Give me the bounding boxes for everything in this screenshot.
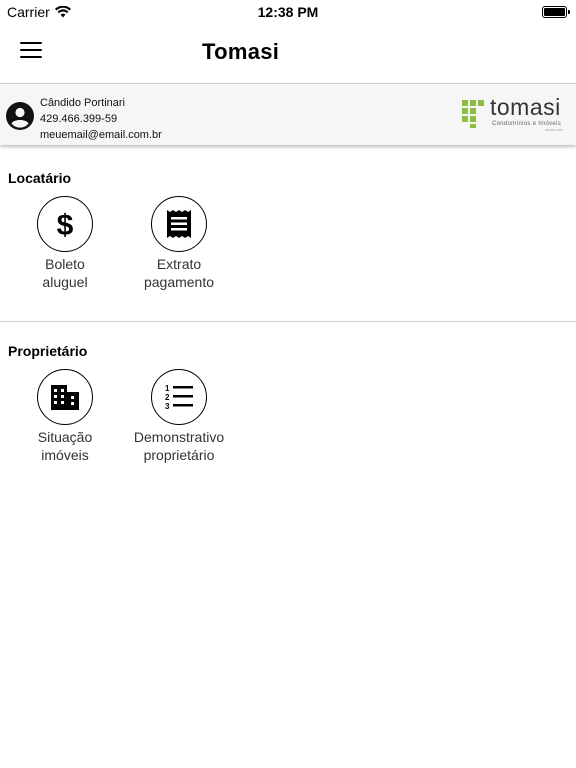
tile-label: Boleto aluguel (42, 256, 88, 290)
section-title-proprietario: Proprietário (8, 343, 88, 359)
tile-label: Extrato pagamento (143, 256, 215, 290)
status-time: 12:38 PM (257, 4, 319, 20)
building-icon (51, 385, 79, 410)
user-info: Cândido Portinari 429.466.399-59 meuemai… (40, 95, 162, 143)
tomasi-logo: tomasi Condomínios e Imóveis DESDE 1979 (462, 94, 570, 132)
hamburger-icon (20, 42, 42, 44)
svg-text:1: 1 (165, 384, 170, 393)
tile-label: Demonstrativo proprietário (133, 429, 225, 463)
user-avatar-icon (6, 102, 34, 130)
section-title-locatario: Locatário (8, 170, 72, 186)
receipt-icon (167, 210, 191, 238)
user-name: Cândido Portinari (40, 97, 125, 109)
svg-text:3: 3 (165, 402, 170, 411)
demonstrativo-proprietario-button[interactable]: 1 2 3 Demonstrativo proprietário (124, 369, 234, 464)
user-card: Cândido Portinari 429.466.399-59 meuemai… (0, 83, 576, 145)
svg-text:$: $ (57, 209, 74, 241)
page-title: Tomasi (202, 39, 280, 64)
svg-text:2: 2 (165, 393, 170, 402)
logo-mark-icon (462, 100, 484, 128)
logo-tagline: Condomínios e Imóveis (492, 121, 561, 127)
numbered-list-icon: 1 2 3 (165, 384, 193, 411)
section-divider (0, 321, 576, 322)
nav-bar: Tomasi (0, 24, 576, 82)
status-bar: Carrier 12:38 PM (0, 0, 576, 24)
user-document: 429.466.399-59 (40, 113, 118, 125)
situacao-imoveis-button[interactable]: Situação imóveis (10, 369, 120, 464)
dollar-icon: $ (57, 209, 74, 241)
battery-icon (542, 6, 570, 18)
tile-label: Situação imóveis (37, 429, 93, 463)
extrato-pagamento-button[interactable]: Extrato pagamento (124, 196, 234, 291)
user-email: meuemail@email.com.br (40, 129, 162, 141)
logo-small-text: DESDE 1979 (545, 128, 563, 132)
boleto-aluguel-button[interactable]: $ Boleto aluguel (10, 196, 120, 291)
logo-text: tomasi (490, 94, 561, 120)
menu-button[interactable] (20, 42, 42, 62)
